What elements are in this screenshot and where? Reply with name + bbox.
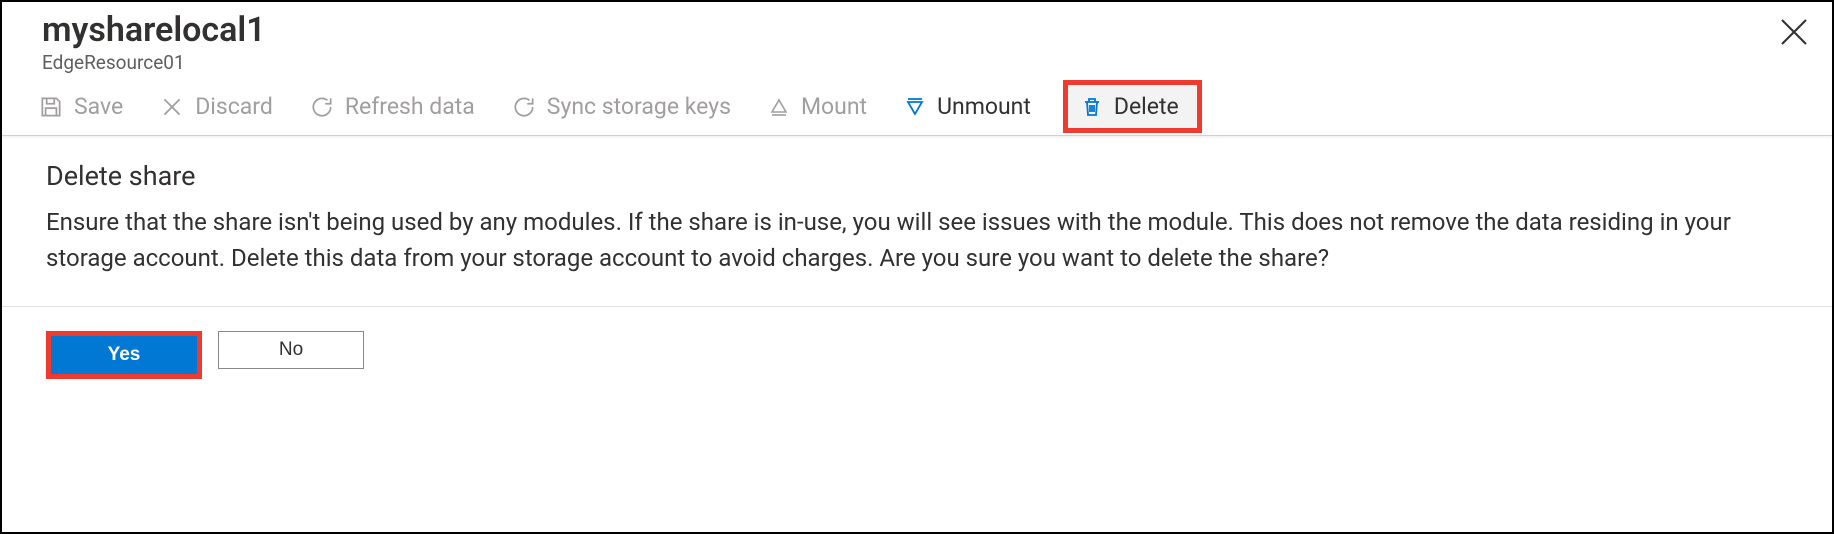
unmount-icon <box>903 95 927 119</box>
unmount-button[interactable]: Unmount <box>903 93 1031 120</box>
discard-label: Discard <box>195 93 273 120</box>
no-button[interactable]: No <box>218 331 364 369</box>
dialog-content: Delete share Ensure that the share isn't… <box>2 136 1832 307</box>
close-icon <box>1778 16 1810 48</box>
yes-highlight: Yes <box>46 331 202 379</box>
command-bar: Save Discard Refresh data <box>2 78 1832 136</box>
sync-icon <box>511 94 537 120</box>
resource-subtitle: EdgeResource01 <box>42 51 1792 74</box>
no-label: No <box>279 339 303 361</box>
refresh-icon <box>309 94 335 120</box>
yes-label: Yes <box>108 344 141 366</box>
close-button[interactable] <box>1778 16 1810 48</box>
save-label: Save <box>74 93 123 120</box>
sync-keys-button: Sync storage keys <box>511 93 731 120</box>
yes-button[interactable]: Yes <box>51 336 197 374</box>
discard-button: Discard <box>159 93 273 120</box>
share-panel: mysharelocal1 EdgeResource01 Save <box>0 0 1834 534</box>
refresh-label: Refresh data <box>345 93 475 120</box>
save-icon <box>38 94 64 120</box>
refresh-data-button: Refresh data <box>309 93 475 120</box>
save-button: Save <box>38 93 123 120</box>
discard-icon <box>159 94 185 120</box>
dialog-body: Ensure that the share isn't being used b… <box>46 204 1788 306</box>
unmount-label: Unmount <box>937 93 1031 120</box>
share-title: mysharelocal1 <box>42 12 1792 49</box>
mount-button: Mount <box>767 93 867 120</box>
mount-label: Mount <box>801 93 867 120</box>
panel-header: mysharelocal1 EdgeResource01 <box>2 2 1832 78</box>
delete-label: Delete <box>1114 93 1179 120</box>
dialog-title: Delete share <box>46 160 1788 192</box>
mount-icon <box>767 95 791 119</box>
sync-label: Sync storage keys <box>547 93 731 120</box>
delete-icon <box>1080 95 1104 119</box>
dialog-actions: Yes No <box>2 307 1832 403</box>
delete-button[interactable]: Delete <box>1063 80 1202 133</box>
